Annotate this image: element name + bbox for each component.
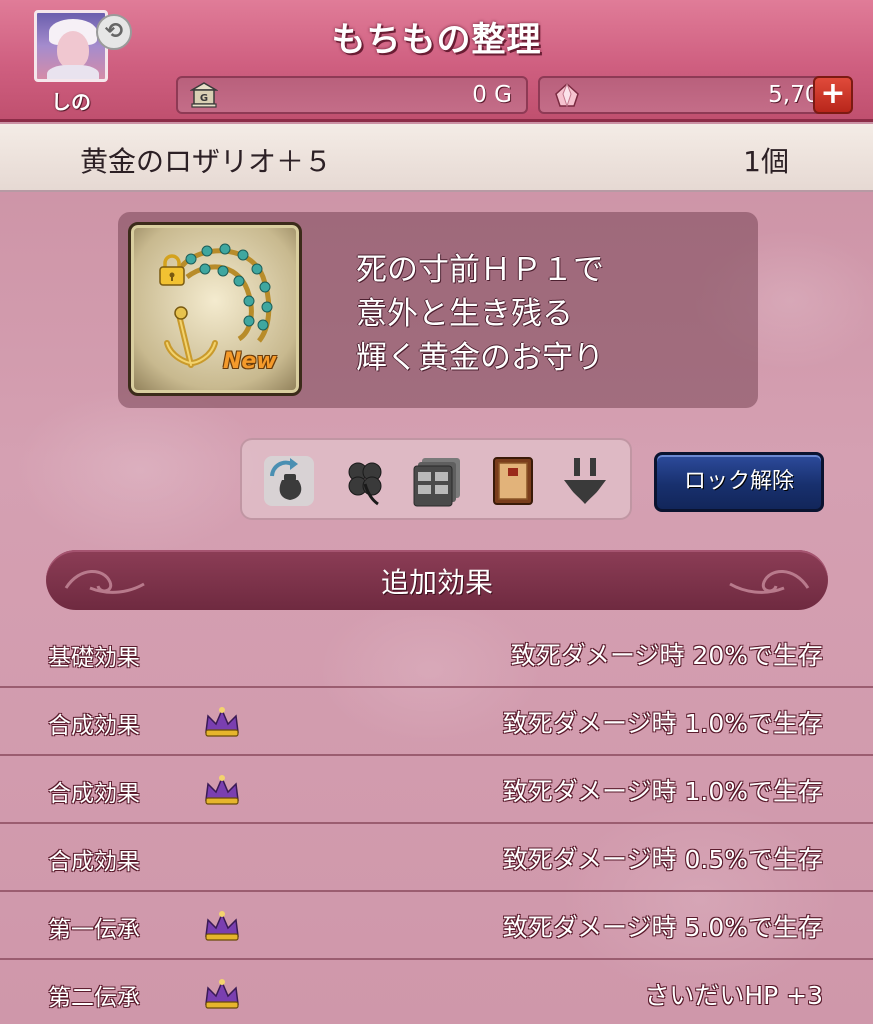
character-name: しの [51, 90, 91, 114]
effect-row: 合成効果 致死ダメージ時 1.0%で生存 [0, 688, 873, 756]
book-icon[interactable] [486, 454, 540, 508]
avatar-body [47, 65, 99, 79]
effect-value: さいだいHP +3 [644, 981, 823, 1010]
effect-label: 合成効果 [48, 849, 140, 875]
effects-section-header: 追加効果 [46, 550, 828, 610]
effect-row: 合成効果 致死ダメージ時 1.0%で生存 [0, 756, 873, 824]
effect-label: 基礎効果 [48, 645, 140, 671]
crown-icon [205, 979, 239, 1009]
effect-value: 致死ダメージ時 1.0%で生存 [502, 777, 823, 806]
effects-title: 追加効果 [380, 566, 493, 599]
item-detail-panel: New 死の寸前ＨＰ１で 意外と生き残る 輝く黄金のお守り [118, 212, 758, 408]
svg-text:G: G [200, 93, 208, 104]
effect-value: 致死ダメージ時 5.0%で生存 [502, 913, 823, 942]
gold-value: 0 G [472, 82, 512, 108]
lock-icon [159, 254, 185, 286]
effect-row: 第二伝承 さいだいHP +3 [0, 960, 873, 1024]
item-description: 死の寸前ＨＰ１で 意外と生き残る 輝く黄金のお守り [356, 252, 604, 376]
item-management-screen: ⟲ しの もちもの整理 G 0 G 5,704 + 黄金のロザリオ＋５ 1個 N… [0, 0, 873, 1024]
effect-row: 基礎効果 致死ダメージ時 20%で生存 [0, 620, 873, 688]
storage-cabinet-icon[interactable] [410, 454, 464, 508]
item-count: 1個 [743, 145, 789, 178]
action-icon-tray [240, 438, 632, 520]
lock-release-button[interactable]: ロック解除 [654, 452, 824, 512]
effect-value: 致死ダメージ時 0.5%で生存 [502, 845, 823, 874]
item-name-bar: 黄金のロザリオ＋５ 1個 [0, 124, 873, 192]
effect-label: 合成効果 [48, 781, 140, 807]
item-icon-frame: New [128, 222, 302, 396]
effect-row: 合成効果 致死ダメージ時 0.5%で生存 [0, 824, 873, 892]
effect-label: 第二伝承 [48, 985, 140, 1011]
item-name: 黄金のロザリオ＋５ [80, 145, 333, 178]
effect-label: 第一伝承 [48, 917, 140, 943]
crown-icon [205, 707, 239, 737]
new-badge: New [223, 349, 277, 374]
effect-value: 致死ダメージ時 1.0%で生存 [502, 709, 823, 738]
forge-icon[interactable] [558, 454, 612, 508]
page-title: もちもの整理 [331, 20, 542, 60]
ornament-right-icon [729, 570, 810, 594]
crown-icon [205, 911, 239, 941]
bag-return-icon[interactable] [262, 454, 316, 508]
effect-row: 第一伝承 致死ダメージ時 5.0%で生存 [0, 892, 873, 960]
add-gem-button[interactable]: + [813, 76, 853, 114]
crown-icon [205, 775, 239, 805]
clover-icon[interactable] [338, 454, 392, 508]
header-bar: ⟲ しの もちもの整理 G 0 G 5,704 + [0, 0, 873, 122]
effect-label: 合成効果 [48, 713, 140, 739]
gem-display: 5,704 [538, 76, 850, 114]
bank-icon: G [190, 82, 218, 108]
gem-icon [555, 82, 579, 108]
gold-display: G 0 G [176, 76, 528, 114]
effect-value: 致死ダメージ時 20%で生存 [510, 641, 823, 670]
